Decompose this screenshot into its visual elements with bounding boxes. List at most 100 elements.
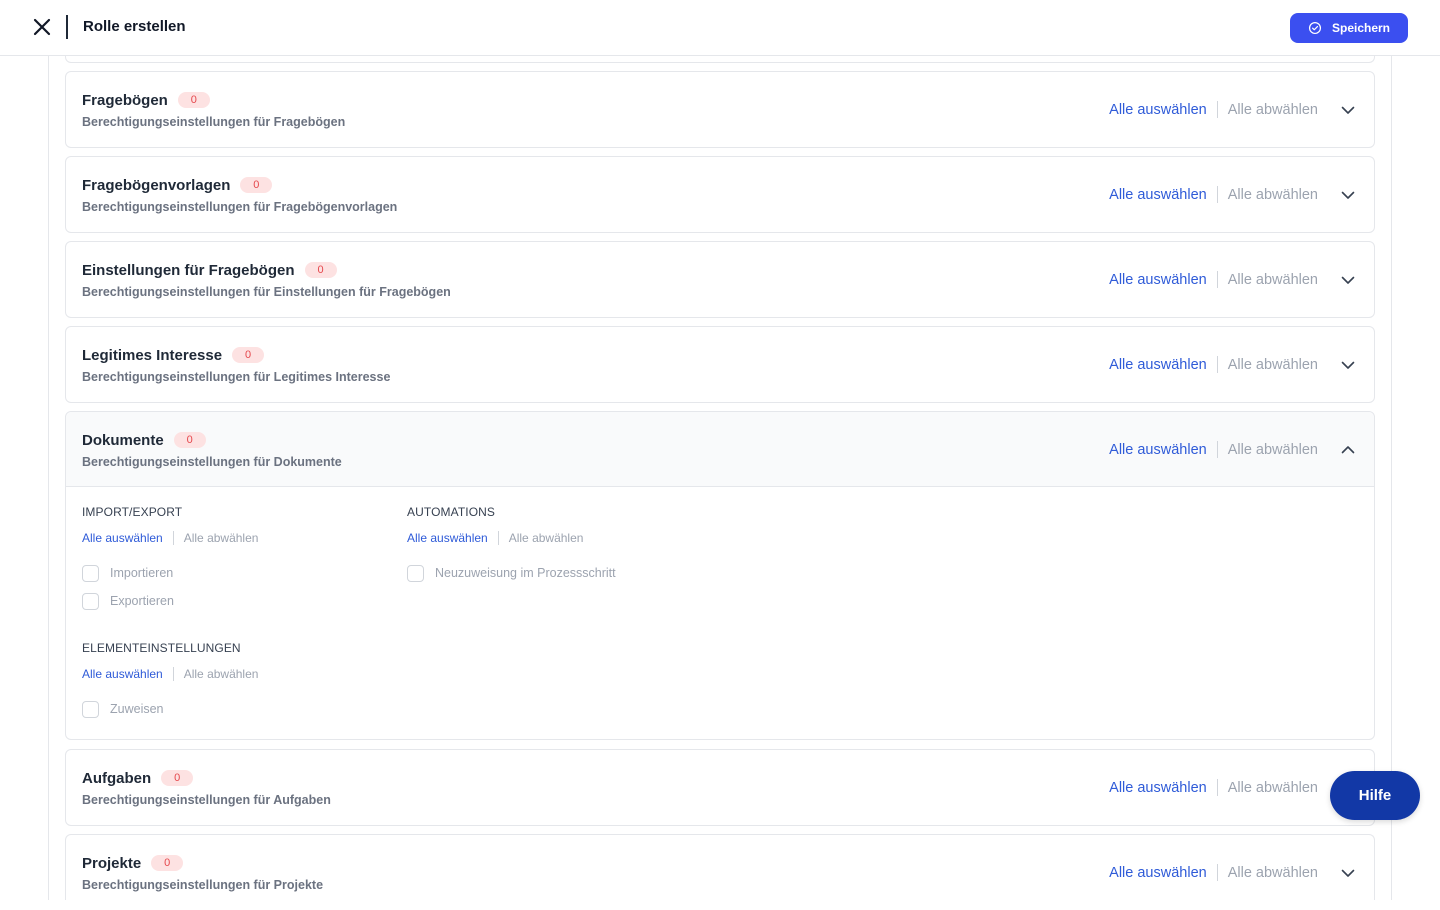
save-button-label: Speichern xyxy=(1331,21,1391,35)
card-header[interactable]: Projekte 0 Berechtigungseinstellungen für… xyxy=(66,835,1374,910)
count-badge: 0 xyxy=(232,347,265,363)
card-body: IMPORT/EXPORT Alle auswählen Alle abwähl… xyxy=(66,487,1374,739)
group-title: IMPORT/EXPORT xyxy=(82,505,183,519)
card-title: Aufgaben 0 xyxy=(82,770,194,787)
close-icon xyxy=(33,18,51,36)
chevron-down-icon[interactable] xyxy=(1340,357,1356,373)
card-header[interactable]: Dokumente 0 Berechtigungseinstellungen fü… xyxy=(66,412,1374,487)
card-actions: Alle auswählen Alle abwählen xyxy=(1109,356,1318,373)
checkbox[interactable] xyxy=(407,564,424,582)
card-header[interactable]: Legitimes Interesse 0 Berechtigungseinste… xyxy=(66,327,1374,402)
option-zuweisen[interactable]: Zuweisen xyxy=(82,700,258,718)
count-badge: 0 xyxy=(304,262,337,278)
card-actions: Alle auswählen Alle abwählen xyxy=(1109,441,1318,458)
card-actions: Alle auswählen Alle abwählen xyxy=(1109,779,1318,796)
option-list: Importieren Exportieren xyxy=(82,564,258,610)
select-all-link[interactable]: Alle auswählen xyxy=(1109,357,1207,373)
link-separator xyxy=(1216,271,1218,288)
deselect-all-link[interactable]: Alle abwählen xyxy=(1228,442,1318,458)
permission-card-projekte: Projekte 0 Berechtigungseinstellungen für… xyxy=(65,834,1375,900)
select-all-link[interactable]: Alle auswählen xyxy=(1109,187,1207,203)
card-subtitle: Berechtigungseinstellungen für Legitimes… xyxy=(82,370,391,384)
chevron-down-icon[interactable] xyxy=(1340,187,1356,203)
card-header[interactable]: Aufgaben 0 Berechtigungseinstellungen für… xyxy=(66,750,1374,825)
card-subtitle: Berechtigungseinstellungen für Dokumente xyxy=(82,455,342,469)
save-button[interactable]: Speichern xyxy=(1290,13,1408,43)
option-neuzuweisung[interactable]: Neuzuweisung im Prozessschritt xyxy=(407,564,616,582)
option-label: Zuweisen xyxy=(110,702,164,716)
select-all-link[interactable]: Alle auswählen xyxy=(1109,865,1207,881)
select-all-link[interactable]: Alle auswählen xyxy=(1109,272,1207,288)
group-actions: Alle auswählen Alle abwählen xyxy=(82,531,258,545)
count-badge: 0 xyxy=(240,177,273,193)
group-title: AUTOMATIONS xyxy=(407,505,495,519)
help-button[interactable]: Hilfe xyxy=(1330,771,1420,820)
group-title: ELEMENTEINSTELLUNGEN xyxy=(82,641,241,655)
deselect-all-link[interactable]: Alle abwählen xyxy=(1228,102,1318,118)
card-actions: Alle auswählen Alle abwählen xyxy=(1109,271,1318,288)
deselect-all-link[interactable]: Alle abwählen xyxy=(1228,780,1318,796)
card-subtitle: Berechtigungseinstellungen für Frageböge… xyxy=(82,200,398,214)
permission-group-import-export: IMPORT/EXPORT Alle auswählen Alle abwähl… xyxy=(82,505,258,610)
card-subtitle: Berechtigungseinstellungen für Aufgaben xyxy=(82,793,331,807)
card-subtitle: Berechtigungseinstellungen für Einstellu… xyxy=(82,285,451,299)
checkbox[interactable] xyxy=(82,592,99,610)
group-actions: Alle auswählen Alle abwählen xyxy=(407,531,616,545)
link-separator xyxy=(1216,864,1218,881)
permission-card-einstellungen-frageboegen: Einstellungen für Fragebögen 0 Berechtigu… xyxy=(65,241,1375,318)
deselect-all-link[interactable]: Alle abwählen xyxy=(1228,357,1318,373)
option-importieren[interactable]: Importieren xyxy=(82,564,258,582)
count-badge: 0 xyxy=(161,770,194,786)
group-select-all-link[interactable]: Alle auswählen xyxy=(407,531,488,545)
permission-card-aufgaben: Aufgaben 0 Berechtigungseinstellungen für… xyxy=(65,749,1375,826)
option-exportieren[interactable]: Exportieren xyxy=(82,592,258,610)
option-list: Zuweisen xyxy=(82,700,258,718)
title-divider xyxy=(66,15,68,39)
card-actions: Alle auswählen Alle abwählen xyxy=(1109,186,1318,203)
permission-card-frageboegen: Fragebögen 0 Berechtigungseinstellungen f… xyxy=(65,71,1375,148)
card-header[interactable]: Einstellungen für Fragebögen 0 Berechtigu… xyxy=(66,242,1374,317)
close-button[interactable] xyxy=(30,15,54,39)
card-title: Einstellungen für Fragebögen 0 xyxy=(82,262,337,279)
select-all-link[interactable]: Alle auswählen xyxy=(1109,102,1207,118)
link-separator xyxy=(1216,779,1218,796)
option-list: Neuzuweisung im Prozessschritt xyxy=(407,564,616,582)
deselect-all-link[interactable]: Alle abwählen xyxy=(1228,272,1318,288)
permission-group-elementeinstellungen: ELEMENTEINSTELLUNGEN Alle auswählen Alle… xyxy=(82,641,258,718)
select-all-link[interactable]: Alle auswählen xyxy=(1109,780,1207,796)
deselect-all-link[interactable]: Alle abwählen xyxy=(1228,187,1318,203)
chevron-down-icon[interactable] xyxy=(1340,272,1356,288)
link-separator xyxy=(1216,101,1218,118)
deselect-all-link[interactable]: Alle abwählen xyxy=(1228,865,1318,881)
group-select-all-link[interactable]: Alle auswählen xyxy=(82,531,163,545)
chevron-up-icon[interactable] xyxy=(1340,442,1356,458)
card-subtitle: Berechtigungseinstellungen für Frageböge… xyxy=(82,115,346,129)
group-select-all-link[interactable]: Alle auswählen xyxy=(82,667,163,681)
chevron-down-icon[interactable] xyxy=(1340,102,1356,118)
checkbox[interactable] xyxy=(82,700,99,718)
select-all-link[interactable]: Alle auswählen xyxy=(1109,442,1207,458)
permission-card-legitimes-interesse: Legitimes Interesse 0 Berechtigungseinste… xyxy=(65,326,1375,403)
checkbox[interactable] xyxy=(82,564,99,582)
group-deselect-all-link[interactable]: Alle abwählen xyxy=(509,531,584,545)
option-label: Exportieren xyxy=(110,594,174,608)
chevron-down-icon[interactable] xyxy=(1340,865,1356,881)
link-separator xyxy=(497,531,499,545)
group-deselect-all-link[interactable]: Alle abwählen xyxy=(184,667,259,681)
link-separator xyxy=(1216,441,1218,458)
page-title: Rolle erstellen xyxy=(83,18,186,35)
check-circle-icon xyxy=(1308,21,1322,35)
card-title: Projekte 0 xyxy=(82,855,184,872)
link-separator xyxy=(172,667,174,681)
permission-group-automations: AUTOMATIONS Alle auswählen Alle abwählen… xyxy=(407,505,616,582)
count-badge: 0 xyxy=(151,855,184,871)
card-header[interactable]: Fragebögenvorlagen 0 Berechtigungseinstel… xyxy=(66,157,1374,232)
count-badge: 0 xyxy=(177,92,210,108)
option-label: Importieren xyxy=(110,566,174,580)
link-separator xyxy=(1216,186,1218,203)
count-badge: 0 xyxy=(173,432,206,448)
group-deselect-all-link[interactable]: Alle abwählen xyxy=(184,531,259,545)
card-title: Fragebögenvorlagen 0 xyxy=(82,177,273,194)
card-header[interactable]: Fragebögen 0 Berechtigungseinstellungen f… xyxy=(66,72,1374,147)
group-actions: Alle auswählen Alle abwählen xyxy=(82,667,258,681)
